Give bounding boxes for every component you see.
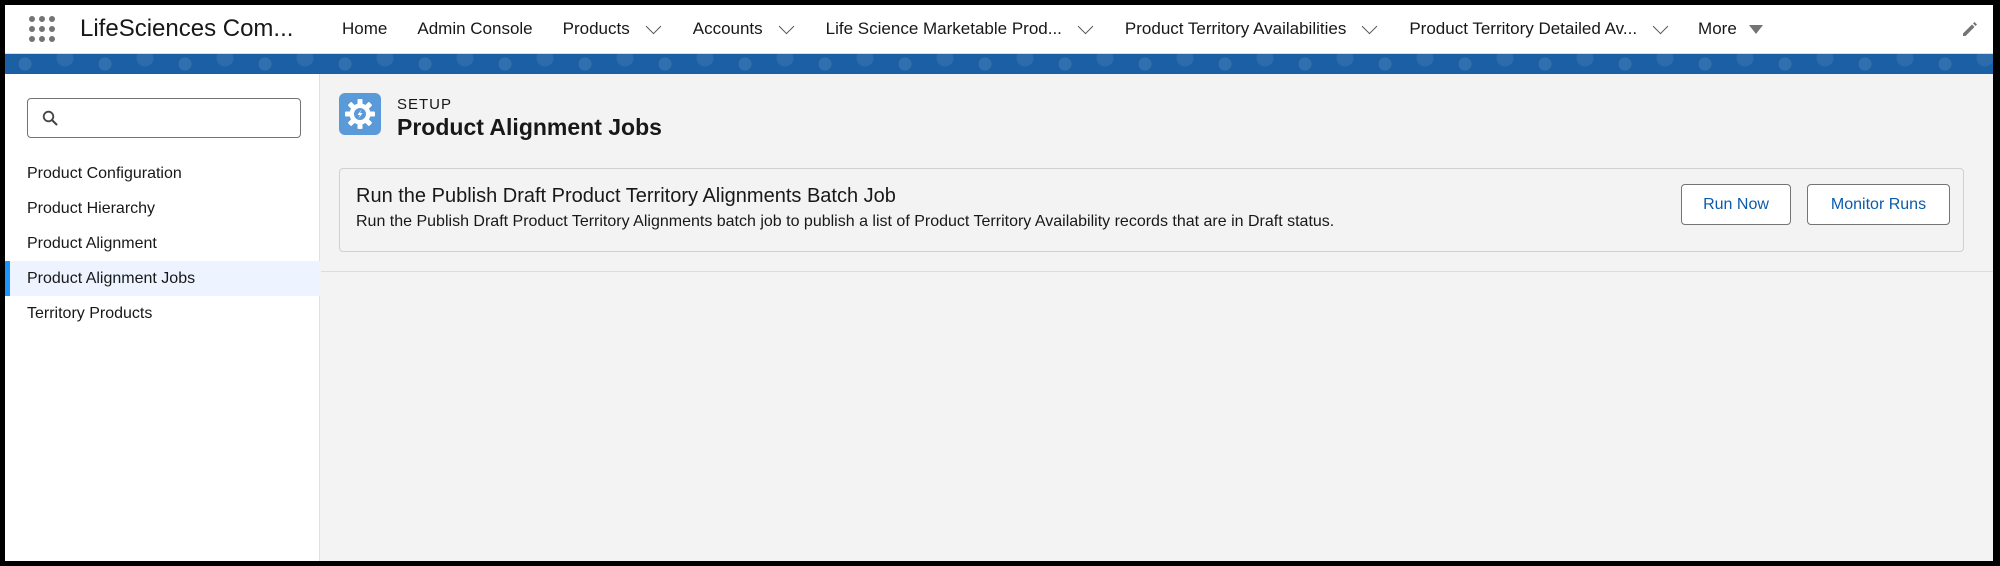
nav-tab-admin-console[interactable]: Admin Console: [417, 5, 532, 53]
nav-more-label: More: [1698, 19, 1737, 38]
nav-tab-home[interactable]: Home: [342, 5, 387, 53]
search-icon: [42, 110, 58, 131]
nav-tab-label: Home: [342, 19, 388, 38]
nav-tabs: Home Admin Console Products Accounts Lif…: [342, 5, 1763, 53]
chevron-down-icon[interactable]: [1362, 18, 1378, 34]
nav-tab-products[interactable]: Products: [562, 5, 662, 53]
global-navigation-bar: LifeSciences Com... Home Admin Console P…: [5, 5, 1993, 54]
nav-tab-label: Products: [562, 19, 630, 38]
setup-sidebar: Product Configuration Product Hierarchy …: [5, 74, 320, 561]
sidebar-item-territory-products[interactable]: Territory Products: [5, 296, 320, 331]
chevron-down-icon[interactable]: [1077, 18, 1094, 34]
pencil-icon[interactable]: [1961, 20, 1979, 43]
nav-tab-label: Life Science Marketable Prod...: [825, 19, 1062, 38]
app-launcher-icon[interactable]: [29, 16, 55, 42]
quick-find-input[interactable]: [66, 99, 296, 137]
nav-more-menu[interactable]: More: [1698, 5, 1763, 53]
sidebar-item-product-configuration[interactable]: Product Configuration: [5, 156, 320, 191]
nav-tab-label: Product Territory Detailed Av...: [1409, 19, 1638, 38]
sidebar-item-label: Product Alignment Jobs: [27, 269, 196, 287]
caret-down-icon[interactable]: [1748, 24, 1763, 34]
nav-tab-accounts[interactable]: Accounts: [692, 5, 794, 53]
nav-tab-product-territory-availabilities[interactable]: Product Territory Availabilities: [1124, 5, 1378, 53]
app-window: LifeSciences Com... Home Admin Console P…: [5, 5, 1993, 561]
gear-icon: [339, 93, 381, 135]
sidebar-item-label: Territory Products: [27, 304, 153, 322]
page-title: Product Alignment Jobs: [397, 114, 662, 140]
chevron-down-icon[interactable]: [1652, 18, 1669, 34]
nav-tab-label: Admin Console: [417, 19, 533, 38]
nav-tab-life-science-marketable-products[interactable]: Life Science Marketable Prod...: [825, 5, 1094, 53]
sidebar-item-label: Product Alignment: [27, 234, 157, 252]
job-description: Run the Publish Draft Product Territory …: [356, 213, 1335, 230]
sidebar-item-product-alignment[interactable]: Product Alignment: [5, 226, 320, 261]
main-content-area: [321, 272, 1993, 561]
page-header: SETUP Product Alignment Jobs Run the Pub…: [321, 74, 1993, 272]
brand-banner: [5, 54, 1993, 74]
page-eyebrow: SETUP: [397, 96, 453, 113]
nav-tab-label: Accounts: [692, 19, 763, 38]
run-now-button[interactable]: Run Now: [1681, 184, 1791, 225]
sidebar-item-product-alignment-jobs[interactable]: Product Alignment Jobs: [5, 261, 320, 296]
batch-job-card: Run the Publish Draft Product Territory …: [339, 168, 1964, 252]
monitor-runs-button[interactable]: Monitor Runs: [1807, 184, 1950, 225]
sidebar-item-label: Product Hierarchy: [27, 199, 156, 217]
sidebar-item-product-hierarchy[interactable]: Product Hierarchy: [5, 191, 320, 226]
nav-tab-product-territory-detailed-availabilities[interactable]: Product Territory Detailed Av...: [1409, 5, 1669, 53]
sidebar-nav-list: Product Configuration Product Hierarchy …: [5, 156, 320, 331]
app-name: LifeSciences Com...: [80, 15, 294, 42]
quick-find-search[interactable]: [27, 98, 301, 138]
job-title: Run the Publish Draft Product Territory …: [356, 185, 896, 207]
chevron-down-icon[interactable]: [778, 18, 794, 34]
chevron-down-icon[interactable]: [645, 18, 662, 34]
nav-tab-label: Product Territory Availabilities: [1124, 19, 1347, 38]
sidebar-item-label: Product Configuration: [27, 164, 182, 182]
